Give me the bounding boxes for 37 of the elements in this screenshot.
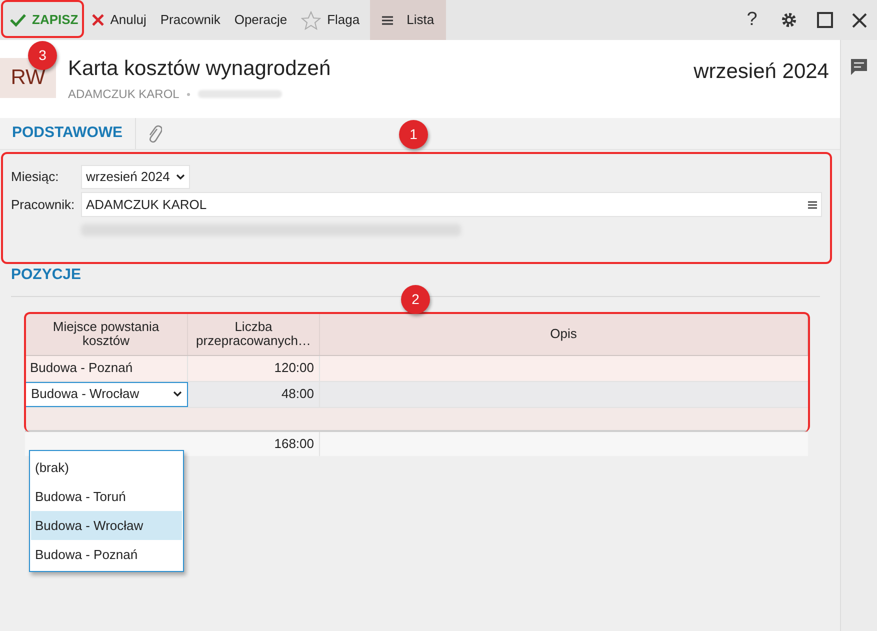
toolbar-button[interactable]: Anuluj [85,0,154,40]
close-icon [92,14,104,26]
help-button[interactable]: ? [743,6,761,34]
dropdown-option[interactable]: Budowa - Wrocław [31,511,182,540]
dropdown-option[interactable]: Budowa - Poznań [31,540,182,569]
toolbar-button[interactable]: Operacje [227,0,294,40]
settings-icon[interactable] [780,11,798,29]
column-header[interactable]: Miejsce powstania kosztów [25,312,188,354]
table-cell: Budowa - Poznań [25,356,188,380]
table-cell-select[interactable]: Budowa - Wrocław [25,382,188,406]
period-label: wrzesień 2024 [694,59,829,85]
chevron-down-icon [176,174,185,180]
dropdown-option[interactable]: Budowa - Toruń [31,482,182,511]
menu-icon [808,200,817,208]
field-label: Miesiąc: [11,168,60,186]
close-icon[interactable] [852,12,867,28]
toolbar-button[interactable]: Lista [370,0,446,40]
table-cell: 120:00 [188,356,320,380]
toolbar-button[interactable]: Flaga [294,0,367,40]
dropdown-option[interactable]: (brak) [31,453,182,482]
tab[interactable]: PODSTAWOWE [0,118,136,149]
page-title: Karta kosztów wynagrodzeń [68,56,331,82]
check-icon [10,13,26,27]
maximize-icon[interactable] [817,12,833,28]
callout-badge: 2 [401,285,430,314]
star-icon [301,10,322,30]
month-select[interactable]: wrzesień 2024 [81,165,190,189]
chevron-down-icon [173,391,182,397]
employee-name: ADAMCZUK KAROL [68,86,180,103]
field-label: Pracownik: [11,196,73,214]
menu-icon [382,16,393,24]
column-header[interactable]: Liczba przepracowanych… [188,312,320,354]
total-cell: 168:00 [188,432,320,456]
comment-icon[interactable] [850,58,868,76]
table-cell: 48:00 [188,382,320,406]
employee-field[interactable]: ADAMCZUK KAROL [81,192,822,217]
toolbar-button[interactable]: Pracownik [153,0,228,40]
